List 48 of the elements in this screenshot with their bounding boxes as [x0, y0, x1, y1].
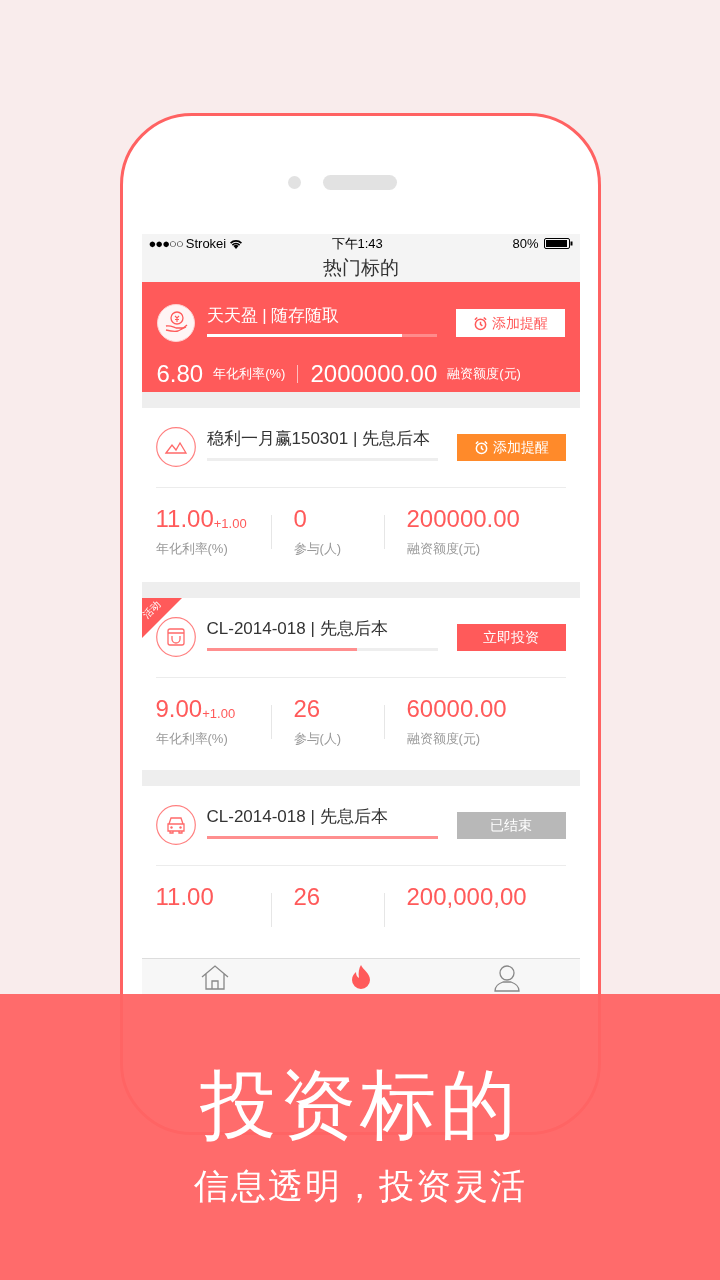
stat-label: 参与(人) — [293, 540, 343, 558]
stat-label: 参与(人) — [293, 730, 343, 748]
stat-label: 融资额度(元) — [406, 540, 482, 558]
rate-value: 6.80 — [156, 359, 204, 389]
bonus-rate: +1.00 — [202, 705, 236, 723]
amount-value: 2000000.00 — [310, 359, 438, 389]
product-title: CL-2014-018 | 先息后本 — [206, 618, 389, 640]
wifi-icon — [229, 238, 244, 250]
signal-dots: ●●●○○ — [148, 235, 183, 253]
carrier-name: Strokei — [185, 235, 227, 253]
stat-value: 60000.00 — [406, 695, 507, 723]
screen-title: 热门标的 — [322, 255, 399, 280]
flame-icon[interactable] — [349, 964, 372, 990]
bag-icon — [155, 617, 196, 657]
product-title: 天天盈 | 随存随取 — [206, 305, 341, 327]
coin-hand-icon — [156, 304, 195, 342]
add-reminder-button[interactable]: 添加提醒 — [455, 309, 565, 337]
alarm-clock-icon — [472, 315, 488, 331]
stat-value: 9.00 — [155, 695, 203, 723]
product-title: 稳利一月赢150301 | 先息后本 — [206, 428, 432, 450]
status-time: 下午1:43 — [331, 235, 383, 253]
product-title: CL-2014-018 | 先息后本 — [206, 806, 389, 828]
stat-label: 年化利率(%) — [155, 730, 229, 748]
banner-subtitle: 信息透明，投资灵活 — [193, 1165, 527, 1207]
car-icon — [155, 805, 196, 845]
mountain-icon — [155, 427, 196, 467]
alarm-clock-icon — [473, 440, 489, 455]
stat-label: 融资额度(元) — [406, 730, 482, 748]
stat-value: 0 — [293, 505, 307, 533]
add-reminder-button[interactable]: 添加提醒 — [456, 434, 566, 461]
ended-status-tag: 已结束 — [456, 812, 566, 839]
bonus-rate: +1.00 — [213, 516, 247, 533]
stat-value: 26 — [293, 695, 321, 723]
battery-percent: 80% — [512, 235, 539, 253]
stat-value: 200000.00 — [406, 505, 520, 533]
banner-title: 投资标的 — [200, 1061, 520, 1149]
stat-value: 26 — [293, 883, 321, 911]
home-icon[interactable] — [199, 964, 230, 990]
stat-value: 11.00 — [155, 505, 214, 533]
stat-value: 11.00 — [155, 883, 214, 911]
battery-icon — [543, 238, 573, 250]
stat-value: 200,000,00 — [406, 883, 527, 911]
rate-label: 年化利率(%) — [213, 365, 286, 384]
amount-label: 融资额度(元) — [447, 365, 521, 384]
ribbon-label: 活动 — [141, 598, 163, 622]
stat-label: 年化利率(%) — [155, 540, 229, 558]
invest-now-button[interactable]: 立即投资 — [456, 624, 566, 651]
person-icon[interactable] — [492, 964, 521, 992]
